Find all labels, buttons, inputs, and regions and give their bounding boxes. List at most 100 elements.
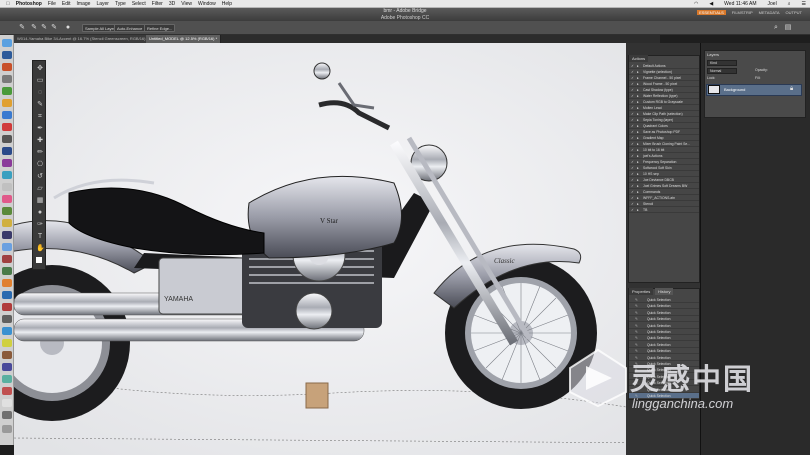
workspace-essentials[interactable]: ESSENTIALS: [697, 10, 726, 15]
auto-enhance-checkbox[interactable]: Auto-Enhance: [114, 24, 146, 32]
expand-triangle-icon[interactable]: ▸: [637, 166, 641, 170]
action-toggle-checkbox[interactable]: ✓: [631, 94, 635, 98]
action-toggle-checkbox[interactable]: ✓: [631, 100, 635, 104]
action-toggle-checkbox[interactable]: ✓: [631, 160, 635, 164]
lasso-tool-icon[interactable]: ◌: [36, 89, 44, 96]
menu-file[interactable]: File: [48, 1, 56, 7]
expand-triangle-icon[interactable]: ▸: [637, 100, 641, 104]
app-dock-icon[interactable]: [2, 243, 12, 251]
expand-triangle-icon[interactable]: ▸: [637, 184, 641, 188]
dodge-tool-icon[interactable]: ●: [36, 209, 44, 216]
expand-triangle-icon[interactable]: ▸: [637, 124, 641, 128]
expand-triangle-icon[interactable]: ▸: [637, 190, 641, 194]
app-dock-icon[interactable]: [2, 135, 12, 143]
trash-dock-icon[interactable]: [2, 425, 12, 433]
hand-tool-icon[interactable]: ✋: [36, 245, 45, 252]
workspace-metadata[interactable]: METADATA: [759, 10, 780, 15]
action-toggle-checkbox[interactable]: ✓: [631, 124, 635, 128]
action-toggle-checkbox[interactable]: ✓: [631, 190, 635, 194]
app-dock-icon[interactable]: [2, 351, 12, 359]
quick-selection-tool-icon[interactable]: ✎: [36, 101, 44, 108]
expand-triangle-icon[interactable]: ▸: [637, 172, 641, 176]
app-dock-icon[interactable]: [2, 315, 12, 323]
app-dock-icon[interactable]: [2, 171, 12, 179]
itunes-dock-icon[interactable]: [2, 195, 12, 203]
gradient-tool-icon[interactable]: ▦: [36, 197, 44, 204]
app-dock-icon[interactable]: [2, 303, 12, 311]
history-state-row[interactable]: ✎ Quick Selection: [629, 316, 699, 323]
workspace-filmstrip[interactable]: FILMSTRIP: [732, 10, 753, 15]
history-brush-tool-icon[interactable]: ↺: [36, 173, 44, 180]
expand-triangle-icon[interactable]: ▸: [637, 94, 641, 98]
expand-triangle-icon[interactable]: ▸: [637, 112, 641, 116]
expand-triangle-icon[interactable]: ▸: [637, 142, 641, 146]
app-dock-icon[interactable]: [2, 411, 12, 419]
expand-triangle-icon[interactable]: ▸: [637, 118, 641, 122]
action-row[interactable]: ✓ ▸ 10 HS sep: [629, 172, 699, 177]
history-state-row[interactable]: ✎ Quick Selection: [629, 303, 699, 310]
history-state-row[interactable]: ✎ Quick Selection: [629, 335, 699, 342]
action-row[interactable]: ✓ ▸ Custom RGB to Grayscale: [629, 100, 699, 105]
action-row[interactable]: ✓ ▸ joel's Actions: [629, 154, 699, 159]
layer-filter-kind[interactable]: Kind: [707, 60, 737, 66]
eraser-tool-icon[interactable]: ▱: [36, 185, 44, 192]
app-dock-icon[interactable]: [2, 99, 12, 107]
document-tab[interactable]: W014-Yamaha Bike 34-Accent @ 16.7% (Sten…: [14, 35, 153, 43]
action-row[interactable]: ✓ ▸ Save as Photoshop PDF: [629, 130, 699, 135]
menu-help[interactable]: Help: [222, 1, 232, 7]
expand-triangle-icon[interactable]: ▸: [637, 64, 641, 68]
subtract-from-selection-icon[interactable]: ✎: [50, 24, 58, 32]
menu-3d[interactable]: 3D: [169, 1, 175, 7]
layer-name[interactable]: Background: [724, 87, 745, 92]
action-toggle-checkbox[interactable]: ✓: [631, 106, 635, 110]
history-state-row[interactable]: ✎ Quick Selection: [629, 342, 699, 348]
expand-triangle-icon[interactable]: ▸: [637, 154, 641, 158]
eyedropper-tool-icon[interactable]: ✒: [36, 125, 44, 132]
expand-triangle-icon[interactable]: ▸: [637, 160, 641, 164]
clone-stamp-tool-icon[interactable]: ⎔: [36, 161, 44, 168]
action-row[interactable]: ✓ ▸ Frequency Separation: [629, 160, 699, 165]
app-dock-icon[interactable]: [2, 363, 12, 371]
bridge-dock-icon[interactable]: [2, 63, 12, 71]
safari-dock-icon[interactable]: [2, 111, 12, 119]
app-dock-icon[interactable]: [2, 339, 12, 347]
quick-selection-tool-icon[interactable]: ✎: [18, 24, 26, 32]
action-toggle-checkbox[interactable]: ✓: [631, 166, 635, 170]
action-row[interactable]: ✓ ▸ Stencil: [629, 202, 699, 207]
action-toggle-checkbox[interactable]: ✓: [631, 172, 635, 176]
action-row[interactable]: ✓ ▸ Default Actions: [629, 64, 699, 69]
expand-triangle-icon[interactable]: ▸: [637, 136, 641, 140]
app-dock-icon[interactable]: [2, 387, 12, 395]
healing-brush-tool-icon[interactable]: ✚: [36, 137, 44, 144]
action-toggle-checkbox[interactable]: ✓: [631, 118, 635, 122]
history-state-row[interactable]: ✎ Quick Selection: [629, 323, 699, 329]
pen-tool-icon[interactable]: ✑: [36, 221, 44, 228]
app-dock-icon[interactable]: [2, 219, 12, 227]
app-dock-icon[interactable]: [2, 327, 12, 335]
document-canvas[interactable]: YAMAHA V Star Classic: [14, 43, 660, 455]
type-tool-icon[interactable]: T: [36, 233, 44, 240]
action-toggle-checkbox[interactable]: ✓: [631, 184, 635, 188]
expand-triangle-icon[interactable]: ▸: [637, 70, 641, 74]
layer-row[interactable]: [706, 84, 802, 96]
action-toggle-checkbox[interactable]: ✓: [631, 64, 635, 68]
brush-size-icon[interactable]: ●: [64, 24, 72, 32]
photoshop-dock-icon[interactable]: [2, 51, 12, 59]
action-toggle-checkbox[interactable]: ✓: [631, 196, 635, 200]
blend-mode-select[interactable]: Normal: [707, 68, 737, 74]
action-row[interactable]: ✓ ▸ WFFF_ACTIONS.atn: [629, 196, 699, 201]
action-row[interactable]: ✓ ▸ Frame Channel - 50 pixel: [629, 76, 699, 81]
history-state-row[interactable]: ✎ Quick Selection: [629, 329, 699, 335]
action-row[interactable]: ✓ ▸ 10 bit to 16 bit: [629, 148, 699, 153]
tab-history[interactable]: History: [655, 288, 674, 295]
app-dock-icon[interactable]: [2, 291, 12, 299]
history-state-row[interactable]: ✎ Quick Selection: [629, 348, 699, 355]
action-toggle-checkbox[interactable]: ✓: [631, 148, 635, 152]
menu-layer[interactable]: Layer: [96, 1, 109, 7]
action-row[interactable]: ✓ ▸ Cast Shadow (type): [629, 88, 699, 93]
expand-triangle-icon[interactable]: ▸: [637, 196, 641, 200]
document-tab-active[interactable]: Untitled_MODEL @ 12.5% (RGB/16) *: [146, 35, 222, 43]
menu-select[interactable]: Select: [132, 1, 146, 7]
app-dock-icon[interactable]: [2, 75, 12, 83]
menu-image[interactable]: Image: [77, 1, 91, 7]
